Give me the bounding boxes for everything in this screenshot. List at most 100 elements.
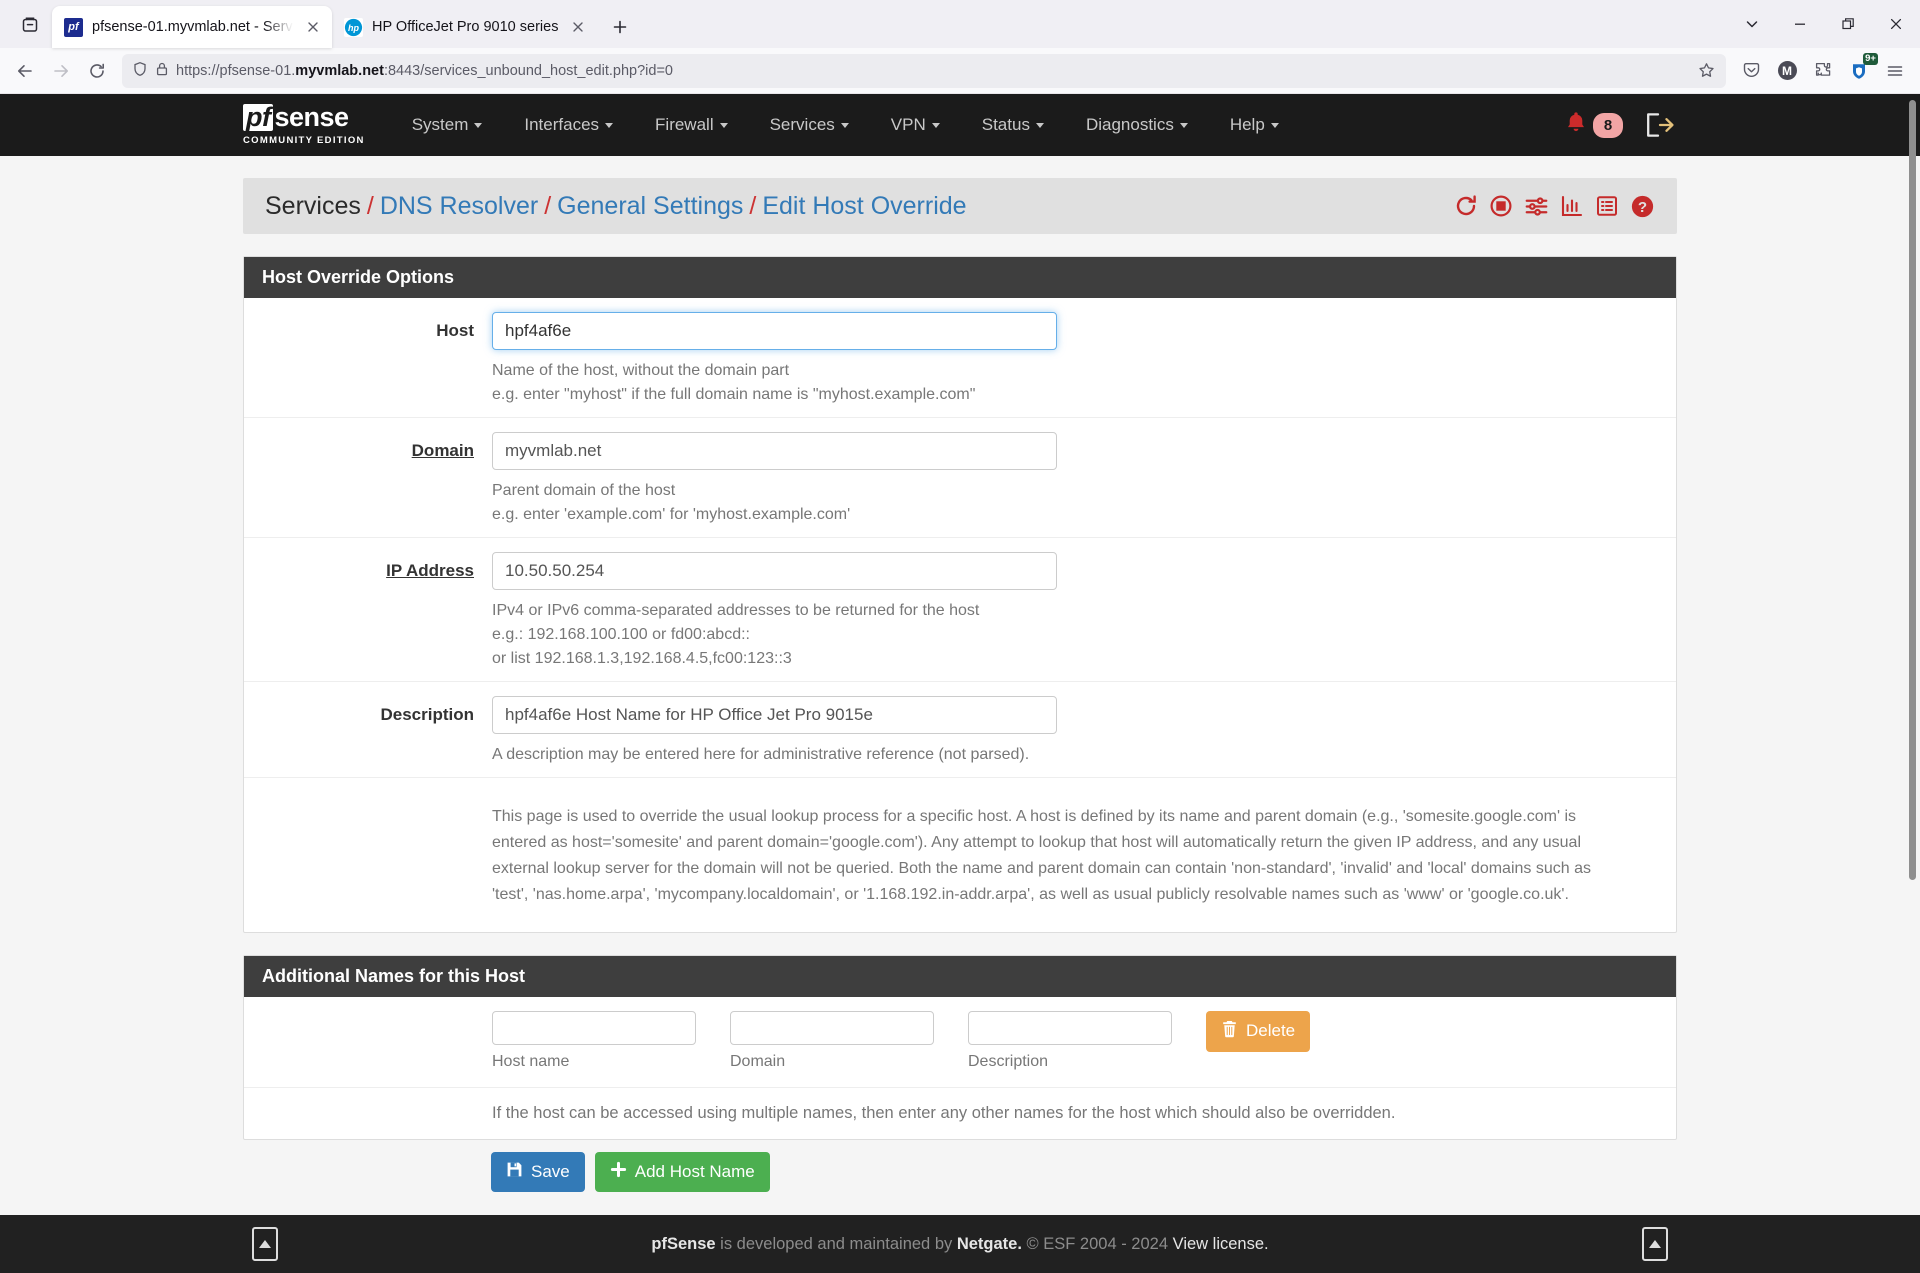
bar-chart-icon[interactable] (1560, 194, 1584, 218)
chevron-down-icon (474, 123, 483, 129)
footer-mid: is developed and maintained by (715, 1234, 957, 1253)
menu-label: VPN (890, 115, 926, 134)
firefox-view-icon[interactable] (8, 5, 52, 45)
menu-item-system[interactable]: System (391, 105, 504, 145)
chevron-down-icon (605, 123, 614, 129)
menu-item-interfaces[interactable]: Interfaces (503, 105, 634, 145)
form-row-host: Host Name of the host, without the domai… (244, 298, 1676, 418)
menu-label: Firewall (655, 115, 714, 134)
menu-label: Diagnostics (1085, 115, 1174, 134)
help-domain: Parent domain of the host e.g. enter 'ex… (492, 479, 1656, 527)
browser-navigation-bar: https://pfsense-01.myvmlab.net:8443/serv… (0, 48, 1920, 94)
host-override-options-panel: Host Override Options Host Name of the h… (243, 256, 1677, 933)
help-line: e.g. enter "myhost" if the full domain n… (492, 386, 976, 403)
menu-item-help[interactable]: Help (1209, 105, 1300, 145)
host-input[interactable] (492, 312, 1057, 350)
form-row-explanation: This page is used to override the usual … (244, 778, 1676, 932)
logout-icon[interactable] (1645, 112, 1675, 138)
filter-sliders-icon[interactable] (1524, 194, 1549, 219)
reload-icon[interactable] (80, 54, 114, 88)
logo-edition-text: COMMUNITY EDITION (243, 135, 365, 146)
menu-item-services[interactable]: Services (749, 105, 870, 145)
tab-title: HP OfficeJet Pro 9010 series (372, 19, 559, 35)
panel-title: Host Override Options (244, 257, 1676, 298)
new-tab-button[interactable] (603, 10, 637, 44)
pfsense-icon: pf (64, 17, 83, 37)
additional-names-panel: Additional Names for this Host Host name… (243, 954, 1677, 1140)
close-icon[interactable] (567, 16, 589, 38)
footer-company[interactable]: Netgate. (957, 1235, 1022, 1253)
ip-address-input[interactable] (492, 552, 1057, 590)
additional-description-input[interactable] (968, 1010, 1172, 1045)
shield-icon[interactable] (132, 61, 148, 81)
add-host-name-button[interactable]: Add Host Name (594, 1151, 770, 1192)
delete-button[interactable]: Delete (1206, 1010, 1311, 1052)
close-window-icon[interactable] (1872, 4, 1920, 44)
help-description: A description may be entered here for ad… (492, 743, 1656, 767)
account-avatar[interactable]: M (1770, 54, 1804, 88)
label-ip-address: IP Address (386, 561, 474, 580)
additional-host-name-input[interactable] (492, 1010, 696, 1045)
help-line: e.g. enter 'example.com' for 'myhost.exa… (492, 506, 851, 523)
menu-item-status[interactable]: Status (961, 105, 1065, 145)
explanation-text: This page is used to override the usual … (492, 808, 1591, 903)
label-domain: Domain (411, 441, 474, 460)
menu-item-diagnostics[interactable]: Diagnostics (1065, 105, 1209, 145)
menu-label: Status (981, 115, 1030, 134)
breadcrumb-link-edit-host-override[interactable]: Edit Host Override (762, 192, 966, 220)
menu-label: Interfaces (524, 115, 600, 134)
form-row-ip-address: IP Address IPv4 or IPv6 comma-separated … (244, 538, 1676, 682)
triangle-up (259, 1240, 271, 1248)
pfsense-logo[interactable]: pf sense COMMUNITY EDITION (243, 104, 365, 146)
additional-domain-input[interactable] (730, 1010, 934, 1045)
view-license-link[interactable]: View license. (1173, 1235, 1269, 1253)
chevron-down-icon (1035, 123, 1044, 129)
stop-service-icon[interactable] (1489, 194, 1513, 218)
tab-strip: pf pfsense-01.myvmlab.net - Servi hp HP … (0, 0, 1920, 48)
breadcrumb-separator: / (366, 191, 374, 220)
form-row-description: Description A description may be entered… (244, 682, 1676, 778)
padlock-icon[interactable] (155, 61, 169, 81)
description-input[interactable] (492, 696, 1057, 734)
list-all-tabs-icon[interactable] (1728, 4, 1776, 44)
help-line: or list 192.168.1.3,192.168.4.5,fc00:123… (492, 650, 792, 667)
breadcrumb-separator: / (544, 191, 552, 220)
scroll-top-icon-left[interactable] (252, 1227, 278, 1261)
menu-item-firewall[interactable]: Firewall (634, 105, 749, 145)
alerts-indicator[interactable]: 8 (1565, 111, 1623, 140)
chevron-down-icon (1179, 123, 1188, 129)
list-icon[interactable] (1595, 194, 1619, 218)
additional-description-label: Description (968, 1052, 1049, 1070)
pfsense-top-navbar: pf sense COMMUNITY EDITION System Interfa… (0, 94, 1920, 156)
menu-item-vpn[interactable]: VPN (870, 105, 961, 145)
help-question-icon[interactable]: ? (1630, 194, 1655, 219)
back-arrow-icon[interactable] (8, 54, 42, 88)
breadcrumb-link-dns-resolver[interactable]: DNS Resolver (380, 192, 538, 220)
scroll-top-icon-right[interactable] (1642, 1227, 1668, 1261)
browser-tab-pfsense[interactable]: pf pfsense-01.myvmlab.net - Servi (52, 6, 332, 48)
restart-service-icon[interactable] (1454, 194, 1478, 218)
close-icon[interactable] (302, 16, 324, 38)
save-button[interactable]: Save (491, 1151, 585, 1192)
minimize-icon[interactable] (1776, 4, 1824, 44)
footer-brand: pfSense (651, 1234, 716, 1253)
restore-icon[interactable] (1824, 4, 1872, 44)
star-icon[interactable] (1692, 57, 1720, 85)
browser-tab-hp[interactable]: hp HP OfficeJet Pro 9010 series (332, 6, 597, 48)
avatar: M (1777, 61, 1797, 80)
breadcrumb-link-general-settings[interactable]: General Settings (557, 192, 743, 220)
label-description: Description (380, 705, 474, 724)
hamburger-menu-icon[interactable] (1878, 54, 1912, 88)
forward-arrow-icon[interactable] (44, 54, 78, 88)
additional-name-row: Host name Domain Description Delete (244, 997, 1676, 1088)
breadcrumb: Services / DNS Resolver / General Settings / E… (265, 192, 967, 221)
form-actions: Save Add Host Name (243, 1151, 1677, 1192)
puzzle-piece-icon[interactable] (1806, 54, 1840, 88)
pocket-icon[interactable] (1734, 54, 1768, 88)
save-floppy-icon (506, 1161, 523, 1183)
url-bar[interactable]: https://pfsense-01.myvmlab.net:8443/serv… (122, 53, 1726, 88)
chevron-down-icon (840, 123, 849, 129)
domain-input[interactable] (492, 432, 1057, 470)
triangle-up (1649, 1240, 1661, 1248)
shield-extension-icon[interactable]: 9+ (1842, 52, 1878, 88)
